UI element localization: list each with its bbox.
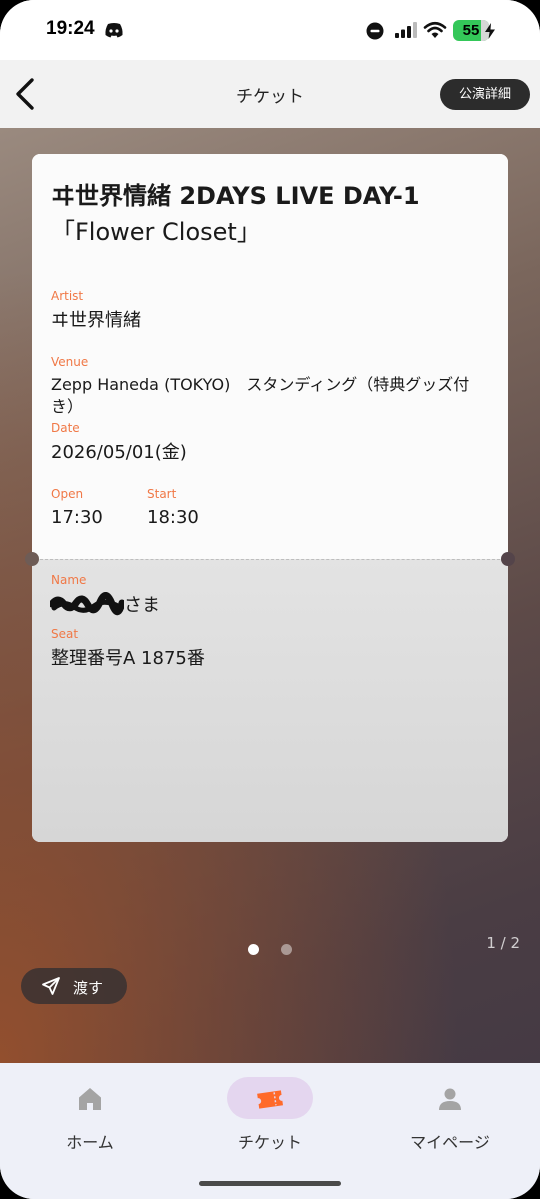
artist-value: ヰ世界情緒 (51, 310, 141, 331)
event-title-line1: ヰ世界情緒 2DAYS LIVE DAY-1 (51, 182, 420, 210)
artist-label: Artist (51, 289, 84, 303)
send-icon (42, 977, 60, 995)
seat-value: 整理番号A 1875番 (51, 648, 205, 669)
nav-ticket[interactable]: チケット (180, 1063, 360, 1173)
event-title: ヰ世界情緒 2DAYS LIVE DAY-1 「Flower Closet」 (51, 178, 491, 250)
ticket-notch-right (501, 552, 515, 566)
nav-mypage[interactable]: マイページ (360, 1063, 540, 1173)
nav-ticket-label: チケット (237, 1133, 302, 1152)
venue-line2: き） (51, 396, 84, 416)
page-dot-2[interactable] (281, 944, 292, 955)
battery-level: 55 (462, 22, 480, 39)
seat-label: Seat (51, 627, 79, 641)
start-time-value: 18:30 (147, 507, 199, 528)
venue-label: Venue (51, 355, 89, 369)
date-label: Date (51, 421, 80, 435)
discord-icon (105, 23, 123, 38)
status-time: 19:24 (46, 18, 95, 39)
app-header: チケット 公演詳細 (0, 60, 540, 128)
transfer-button[interactable]: 渡す (21, 968, 127, 1004)
ticket-icon (257, 1090, 283, 1109)
signal-icon (395, 22, 417, 38)
redacted-name (50, 592, 124, 616)
name-suffix: さま (124, 595, 160, 616)
nav-home-label: ホーム (66, 1133, 114, 1152)
open-label: Open (51, 487, 84, 501)
nav-home[interactable]: ホーム (0, 1063, 180, 1173)
transfer-label: 渡す (73, 979, 104, 997)
bottom-navigation: ホーム チケット マイページ (0, 1063, 540, 1199)
name-label: Name (51, 573, 87, 587)
person-icon (439, 1088, 461, 1110)
perforation-line (40, 559, 500, 560)
do-not-disturb-icon (366, 22, 384, 40)
start-label: Start (147, 487, 177, 501)
home-indicator[interactable] (199, 1181, 341, 1186)
venue-line1: Zepp Haneda (TOKYO) スタンディング（特典グッズ付 (51, 375, 470, 394)
event-title-line2: 「Flower Closet」 (51, 218, 261, 246)
nav-mypage-label: マイページ (410, 1133, 490, 1152)
page-indicator: 1 / 2 (486, 934, 520, 952)
performance-details-button[interactable]: 公演詳細 (440, 79, 530, 110)
open-time-value: 17:30 (51, 507, 103, 528)
venue-value: Zepp Haneda (TOKYO) スタンディング（特典グッズ付 き） (51, 374, 469, 417)
page-dot-1[interactable] (248, 944, 259, 955)
phone-screen: 19:24 55 チケット 公演詳細 ヰ世界情緒 2DAYS LIVE DAY-… (0, 0, 540, 1199)
home-icon (79, 1088, 101, 1110)
wifi-icon (423, 21, 447, 38)
date-value: 2026/05/01(金) (51, 442, 187, 463)
ticket-viewer: ヰ世界情緒 2DAYS LIVE DAY-1 「Flower Closet」 A… (0, 128, 540, 1063)
ticket-card[interactable]: ヰ世界情緒 2DAYS LIVE DAY-1 「Flower Closet」 A… (32, 154, 508, 842)
charging-icon (485, 23, 495, 39)
status-bar: 19:24 55 (0, 0, 540, 60)
ticket-notch-left (25, 552, 39, 566)
